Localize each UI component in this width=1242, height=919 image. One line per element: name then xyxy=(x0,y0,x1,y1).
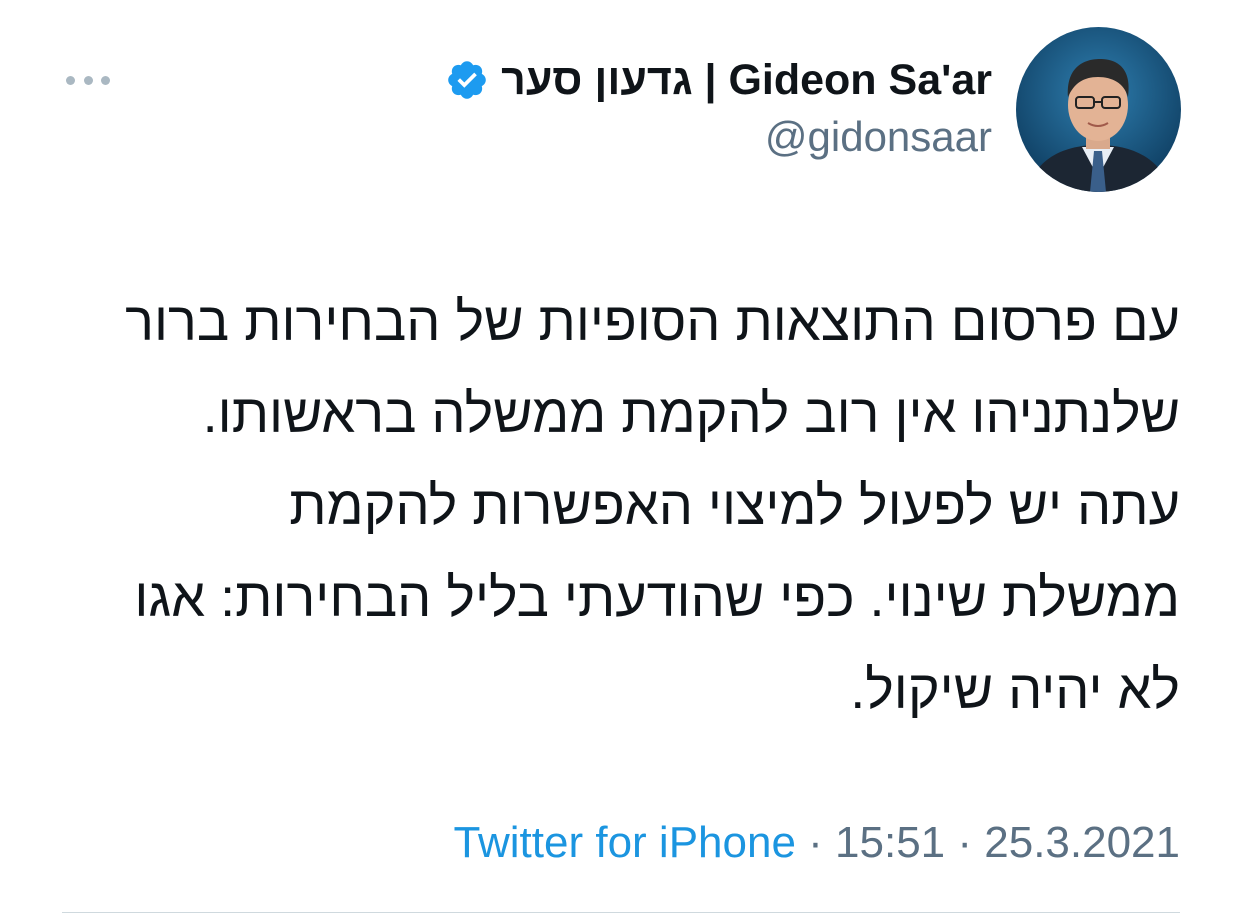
author-name-row[interactable]: גדעון סער | Gideon Sa'ar xyxy=(445,52,992,108)
more-options-icon-dot xyxy=(83,75,93,85)
author-handle[interactable]: @gidonsaar xyxy=(765,113,992,161)
more-options-button[interactable] xyxy=(66,70,110,90)
more-options-icon xyxy=(66,75,75,85)
author-display-name: גדעון סער | Gideon Sa'ar xyxy=(501,55,992,104)
meta-separator: · xyxy=(795,818,836,867)
verified-badge-icon xyxy=(448,61,486,99)
tweet-text: עם פרסום התוצאות הסופיות של הבחירות ברור… xyxy=(110,292,1180,720)
tweet-date[interactable]: 25.3.2021 xyxy=(984,818,1180,867)
divider xyxy=(62,912,1180,913)
avatar[interactable] xyxy=(1016,27,1181,192)
tweet-time[interactable]: 15:51 xyxy=(835,818,945,867)
tweet-meta: Twitter for iPhone · 15:51 · 25.3.2021 xyxy=(454,818,1180,868)
profile-photo-icon xyxy=(1016,27,1181,192)
tweet-source-link[interactable]: Twitter for iPhone xyxy=(454,818,796,867)
meta-separator: · xyxy=(945,818,985,867)
more-options-icon-dot xyxy=(101,75,110,85)
